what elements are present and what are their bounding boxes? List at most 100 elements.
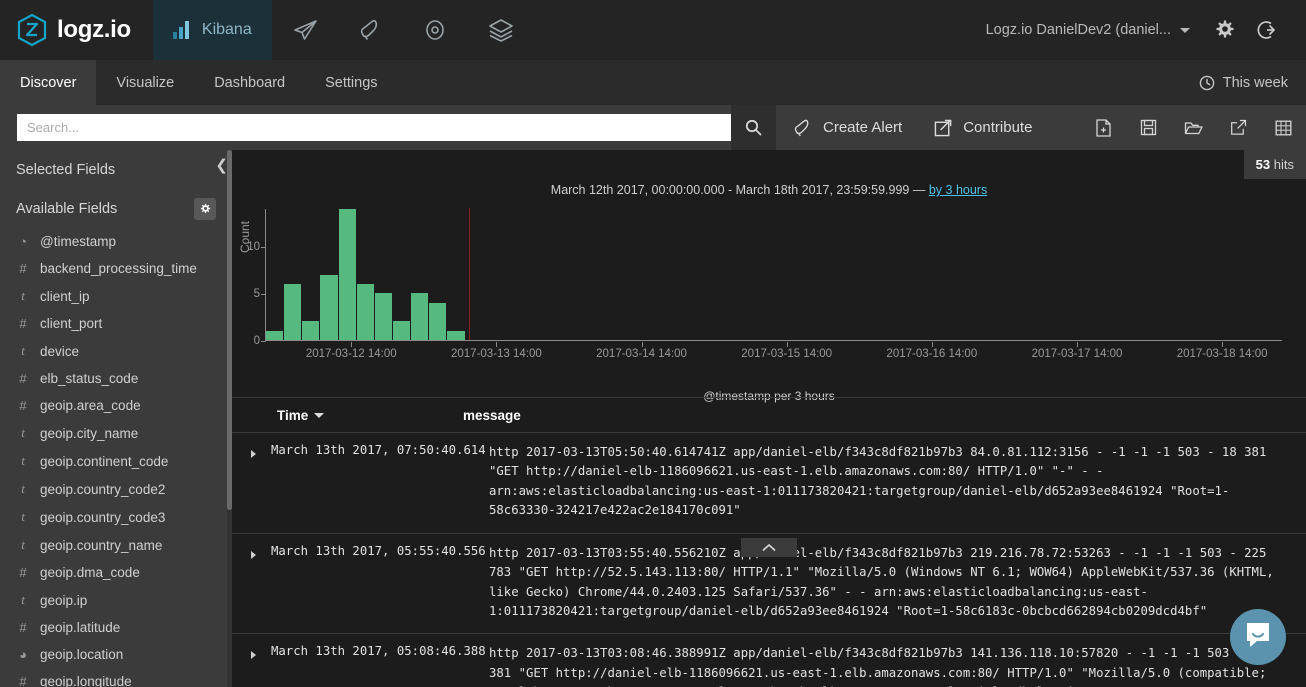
field-type-icon: # <box>19 620 27 635</box>
field-settings-button[interactable] <box>194 198 216 220</box>
chevron-down-icon <box>1180 27 1190 33</box>
chart-collapse-toggle[interactable] <box>741 538 797 557</box>
search-submit-button[interactable] <box>731 105 776 150</box>
expand-row-icon[interactable] <box>232 544 263 622</box>
sort-desc-icon <box>314 412 325 418</box>
top-header-right: Logz.io DanielDev2 (daniel... <box>976 0 1306 60</box>
chart-x-axis-line <box>266 340 1282 341</box>
field-name-label: @timestamp <box>40 234 116 249</box>
histogram-chart: Count 0 5 10 2017-03-12 14:00 2017-03-13 14… <box>232 205 1306 365</box>
chart-bar[interactable] <box>374 293 392 340</box>
field-name-label: geoip.continent_code <box>40 453 169 469</box>
field-type-icon: # <box>19 398 27 413</box>
chart-bar[interactable] <box>356 283 374 340</box>
sidebar-field-geoip-country_code2[interactable]: t geoip.country_code2 <box>0 475 232 503</box>
field-name-label: geoip.country_code3 <box>40 509 166 525</box>
new-document-icon <box>1095 118 1112 137</box>
sidebar-field-geoip-location[interactable]: ◕ geoip.location <box>0 641 232 668</box>
chart-plot-area[interactable]: 0 5 10 2017-03-12 14:00 2017-03-13 14:00 201… <box>247 208 1282 360</box>
table-cell-message: http 2017-03-13T05:50:40.614741Z app/dan… <box>489 445 1267 518</box>
sidebar-field-device[interactable]: t device <box>0 337 232 365</box>
share-button[interactable] <box>1216 105 1261 150</box>
sidebar-field-geoip-ip[interactable]: t geoip.ip <box>0 586 232 614</box>
chart-bar[interactable] <box>284 283 302 340</box>
logout-button[interactable] <box>1248 10 1288 50</box>
chart-bars <box>266 209 1282 340</box>
table-cell-time: March 13th 2017, 05:08:46.388 <box>271 644 486 659</box>
time-range-picker[interactable]: This week <box>1181 60 1306 105</box>
create-alert-button[interactable]: Create Alert <box>776 105 918 150</box>
chart-x-tick-mark <box>1076 342 1078 347</box>
chart-y-tick-label: 10 <box>247 240 260 253</box>
open-button[interactable] <box>1171 105 1216 150</box>
alert-bell-icon <box>358 18 382 42</box>
contribute-label: Contribute <box>963 119 1033 136</box>
expand-row-icon[interactable] <box>232 443 263 521</box>
topnav-item-alerts[interactable] <box>338 0 402 60</box>
top-header-bar: logz.io Kibana Logz.io DanielDev2 (danie… <box>0 0 1306 60</box>
topnav-item-layers[interactable] <box>468 0 534 60</box>
sidebar-field-geoip-area_code[interactable]: # geoip.area_code <box>0 392 232 419</box>
save-button[interactable] <box>1126 105 1171 150</box>
tab-discover[interactable]: Discover <box>0 60 97 105</box>
table-body: March 13th 2017, 07:50:40.614 http 2017-0… <box>232 433 1306 687</box>
chart-bar[interactable] <box>392 321 411 340</box>
field-name-label: geoip.country_name <box>40 537 163 553</box>
topnav-item-insights[interactable] <box>402 0 468 60</box>
field-name-label: client_port <box>40 316 103 331</box>
chart-x-tick-mark <box>496 342 498 347</box>
tab-dashboard[interactable]: Dashboard <box>194 60 305 105</box>
sidebar-field-geoip-city_name[interactable]: t geoip.city_name <box>0 419 232 447</box>
gear-icon <box>200 203 211 214</box>
chart-bar[interactable] <box>429 302 447 340</box>
tab-visualize[interactable]: Visualize <box>96 60 194 105</box>
chart-bar[interactable] <box>411 293 429 340</box>
field-name-label: geoip.location <box>40 647 124 662</box>
bar-chart-icon <box>172 21 193 39</box>
hits-badge: 53 hits <box>1243 150 1306 179</box>
sidebar-field-geoip-latitude[interactable]: # geoip.latitude <box>0 614 232 641</box>
share-icon <box>1230 119 1247 136</box>
sidebar-field-backend_processing_time[interactable]: # backend_processing_time <box>0 255 232 282</box>
table-header-time[interactable]: Time <box>232 408 458 423</box>
settings-button[interactable] <box>1204 10 1244 50</box>
sidebar-field-geoip-continent_code[interactable]: t geoip.continent_code <box>0 447 232 475</box>
user-account-menu[interactable]: Logz.io DanielDev2 (daniel... <box>976 16 1200 44</box>
chart-interval-link[interactable]: by 3 hours <box>929 183 987 197</box>
chart-bar[interactable] <box>320 274 338 340</box>
main-area: ❮ Selected Fields Available Fields ◔ @tim… <box>0 150 1306 687</box>
field-type-icon: t <box>21 425 25 440</box>
table-view-button[interactable] <box>1261 105 1306 150</box>
contribute-button[interactable]: Contribute <box>918 105 1048 150</box>
sidebar-field-elb_status_code[interactable]: # elb_status_code <box>0 365 232 392</box>
new-document-button[interactable] <box>1081 105 1126 150</box>
chart-bar[interactable] <box>447 330 465 340</box>
chart-x-tick-label: 2017-03-15 14:00 <box>741 348 833 360</box>
sidebar-field-geoip-dma_code[interactable]: # geoip.dma_code <box>0 559 232 586</box>
topnav-item-send[interactable] <box>272 0 338 60</box>
chat-widget-button[interactable] <box>1230 609 1286 665</box>
topnav-item-kibana[interactable]: Kibana <box>152 0 272 60</box>
expand-row-icon[interactable] <box>232 644 263 687</box>
chart-x-ticks: 2017-03-12 14:00 2017-03-13 14:00 2017-03-… <box>266 342 1282 362</box>
topnav-label-kibana: Kibana <box>201 21 252 38</box>
table-row[interactable]: March 13th 2017, 05:08:46.388 http 2017-0… <box>232 634 1306 687</box>
chart-bar[interactable] <box>302 321 320 340</box>
table-row[interactable]: March 13th 2017, 07:50:40.614 http 2017-0… <box>232 433 1306 534</box>
field-type-icon: t <box>21 343 25 358</box>
field-name-label: device <box>40 343 80 359</box>
sidebar-field-geoip-country_name[interactable]: t geoip.country_name <box>0 531 232 559</box>
search-input[interactable] <box>17 114 731 141</box>
sidebar-field-client_port[interactable]: # client_port <box>0 310 232 337</box>
chart-bar[interactable] <box>338 209 356 340</box>
sidebar-field-geoip-country_code3[interactable]: t geoip.country_code3 <box>0 503 232 531</box>
create-alert-label: Create Alert <box>823 119 903 136</box>
chart-bar[interactable] <box>266 330 284 340</box>
field-type-icon: t <box>21 509 25 524</box>
tab-settings[interactable]: Settings <box>305 60 397 105</box>
brand-logo-area[interactable]: logz.io <box>0 0 153 60</box>
tab-visualize-label: Visualize <box>116 74 175 91</box>
sidebar-field-client_ip[interactable]: t client_ip <box>0 282 232 310</box>
sidebar-field-geoip-longitude[interactable]: # geoip.longitude <box>0 668 232 687</box>
sidebar-field--timestamp[interactable]: ◔ @timestamp <box>0 228 232 255</box>
